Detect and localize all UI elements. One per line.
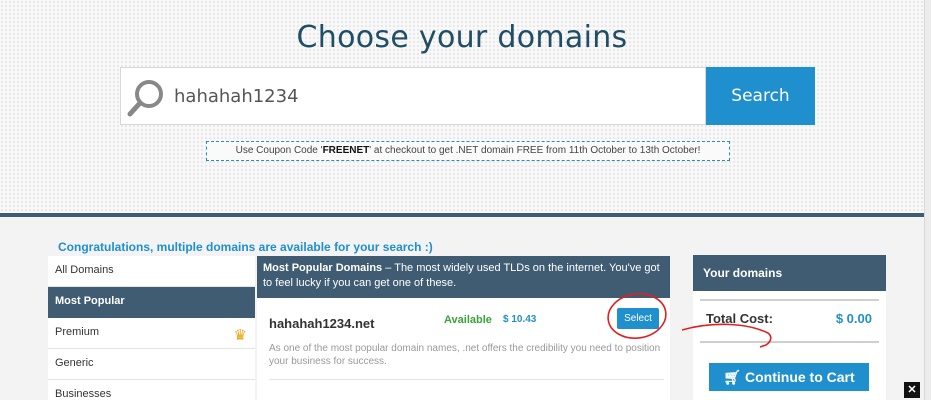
- annotation-arrow: [681, 323, 772, 348]
- annotation-circle: [607, 293, 667, 339]
- close-icon[interactable]: ✕: [904, 382, 920, 398]
- annotation-overlay: [607, 293, 772, 348]
